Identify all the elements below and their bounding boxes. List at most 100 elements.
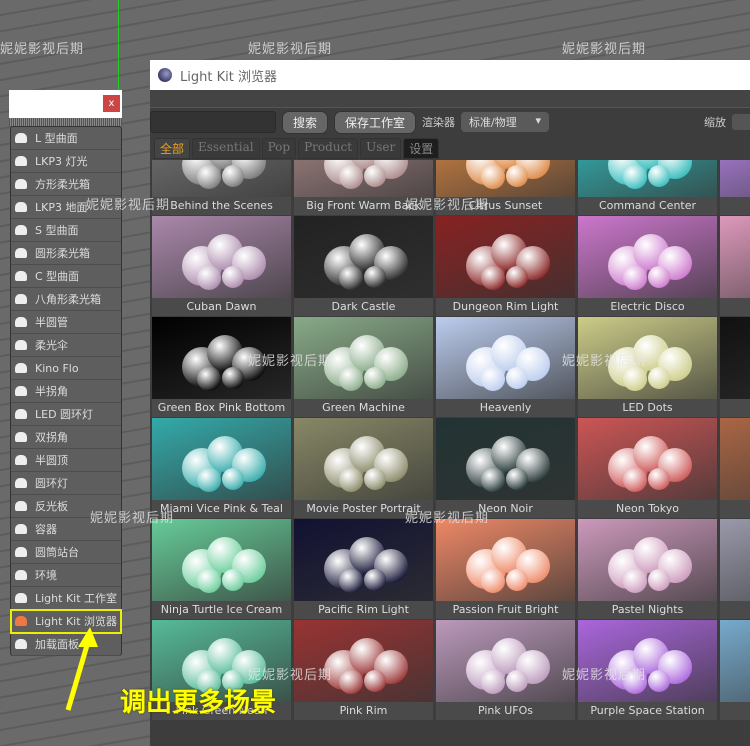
preset-label: L [720, 399, 750, 417]
preset-thumbnail[interactable]: Miami Vice Pink & Teal [152, 418, 291, 518]
search-input[interactable] [150, 111, 276, 133]
tab[interactable]: Essential [192, 138, 260, 159]
tab[interactable]: Product [298, 138, 359, 159]
menu-item[interactable]: 圆环灯 [11, 472, 121, 495]
light-kit-browser-window: Light Kit 浏览器 搜索 保存工作室 渲染器 标准/物理 ▾ 缩放 全部… [150, 60, 750, 746]
title-bar: Light Kit 浏览器 [150, 60, 750, 90]
menu-item[interactable]: 方形柔光箱 [11, 173, 121, 196]
preset-label: Dungeon Rim Light [436, 298, 575, 316]
menu-item[interactable]: 环境 [11, 564, 121, 587]
preset-thumbnail[interactable]: Neon Tokyo [578, 418, 717, 518]
menu-item[interactable]: 容器 [11, 518, 121, 541]
preset-thumbnail[interactable]: Dark Castle [294, 216, 433, 316]
menu-item-label: 双拐角 [35, 431, 68, 444]
preset-preview [294, 620, 433, 702]
menu-item[interactable]: L 型曲面 [11, 127, 121, 150]
light-preset-icon [15, 639, 27, 649]
menu-item[interactable]: 圆形柔光箱 [11, 242, 121, 265]
light-preset-icon [15, 478, 27, 488]
preset-thumbnail[interactable]: LED Dots [578, 317, 717, 417]
preset-thumbnail[interactable]: L [720, 317, 750, 417]
chevron-down-icon: ▾ [535, 114, 542, 127]
preset-label: Neon Tokyo [578, 500, 717, 518]
preset-thumbnail[interactable]: Big Front Warm Back [294, 160, 433, 215]
popup-header: x [9, 90, 122, 118]
preset-preview [152, 317, 291, 399]
preset-thumbnail[interactable]: Green Box Pink Bottom [152, 317, 291, 417]
renderer-select[interactable]: 标准/物理 ▾ [461, 112, 550, 132]
preset-thumbnail[interactable]: Citrus Sunset [436, 160, 575, 215]
menu-item[interactable]: 双拐角 [11, 426, 121, 449]
menu-item[interactable]: 半圆管 [11, 311, 121, 334]
preset-thumbnail[interactable]: Neon Noir [436, 418, 575, 518]
preset-thumbnail[interactable]: Ga [720, 216, 750, 316]
menu-item[interactable]: LED 圆环灯 [11, 403, 121, 426]
annotation-text: 调出更多场景 [120, 688, 277, 718]
preset-thumbnail[interactable]: Purple Space Station [578, 620, 717, 720]
preset-thumbnail[interactable]: Dungeon Rim Light [436, 216, 575, 316]
tab[interactable]: User [360, 138, 402, 159]
light-preset-icon [15, 294, 27, 304]
search-button[interactable]: 搜索 [282, 110, 329, 134]
menu-item[interactable]: 反光板 [11, 495, 121, 518]
preset-label: Pink UFOs [436, 702, 575, 720]
preset-preview [294, 418, 433, 500]
preset-thumbnail[interactable]: Movie Poster Portrait [294, 418, 433, 518]
watermark: 妮妮影视后期 [562, 42, 647, 57]
save-studio-button[interactable]: 保存工作室 [334, 110, 417, 134]
preset-thumbnail[interactable]: Command Center [578, 160, 717, 215]
tab[interactable]: 设置 [403, 138, 440, 159]
menu-item[interactable]: 八角形柔光箱 [11, 288, 121, 311]
preset-thumbnail[interactable]: Passion Fruit Bright [436, 519, 575, 619]
toolbar-grip[interactable] [150, 90, 750, 108]
preset-label: Pi [720, 601, 750, 619]
preset-preview [578, 620, 717, 702]
preset-preview [436, 317, 575, 399]
menu-item[interactable]: 半圆顶 [11, 449, 121, 472]
preset-label: LED Dots [578, 399, 717, 417]
menu-item[interactable]: 柔光伞 [11, 334, 121, 357]
menu-item[interactable]: 半拐角 [11, 380, 121, 403]
preset-thumbnail[interactable] [720, 418, 750, 518]
preset-thumbnail[interactable]: Cotton [720, 160, 750, 215]
menu-item[interactable]: C 型曲面 [11, 265, 121, 288]
preset-thumbnail[interactable]: Pink UFOs [436, 620, 575, 720]
menu-item[interactable]: LKP3 地面 [11, 196, 121, 219]
menu-item[interactable]: LKP3 灯光 [11, 150, 121, 173]
preset-label: Citrus Sunset [436, 197, 575, 215]
preset-thumbnail[interactable]: Behind the Scenes [152, 160, 291, 215]
light-preset-icon [15, 432, 27, 442]
menu-item-label: 圆环灯 [35, 477, 68, 490]
preset-preview [720, 160, 750, 197]
menu-item-label: 半拐角 [35, 385, 68, 398]
preset-thumbnail[interactable]: Pastel Nights [578, 519, 717, 619]
drag-handle[interactable] [9, 118, 122, 126]
preset-thumbnail[interactable]: Electric Disco [578, 216, 717, 316]
preset-thumbnail[interactable]: Heavenly [436, 317, 575, 417]
menu-item[interactable]: S 型曲面 [11, 219, 121, 242]
preset-thumbnail[interactable]: Pi [720, 519, 750, 619]
preset-thumbnail[interactable]: Pacific Rim Light [294, 519, 433, 619]
tab[interactable]: 全部 [154, 138, 191, 159]
preset-thumbnail[interactable]: Green Machine [294, 317, 433, 417]
menu-item-label: 反光板 [35, 500, 68, 513]
menu-item-label: 容器 [35, 523, 57, 536]
preset-thumbnail[interactable] [720, 620, 750, 720]
search-row: 搜索 保存工作室 渲染器 标准/物理 ▾ 缩放 [150, 110, 750, 134]
preset-thumbnail[interactable]: Cuban Dawn [152, 216, 291, 316]
menu-item[interactable]: Kino Flo [11, 357, 121, 380]
menu-item[interactable]: Light Kit 工作室 [11, 587, 121, 610]
preset-preview [152, 418, 291, 500]
menu-item-label: S 型曲面 [35, 224, 79, 237]
preset-thumbnail[interactable]: Ninja Turtle Ice Cream [152, 519, 291, 619]
preset-thumbnail[interactable]: Pink Rim [294, 620, 433, 720]
cinema4d-logo-icon [158, 68, 172, 82]
close-button[interactable]: x [103, 95, 120, 112]
light-preset-icon [15, 271, 27, 281]
menu-item[interactable]: 圆筒站台 [11, 541, 121, 564]
preset-preview [720, 216, 750, 298]
tab[interactable]: Pop [261, 138, 297, 159]
zoom-input[interactable] [732, 114, 750, 130]
menu-item-label: 八角形柔光箱 [35, 293, 101, 306]
preset-preview [436, 620, 575, 702]
